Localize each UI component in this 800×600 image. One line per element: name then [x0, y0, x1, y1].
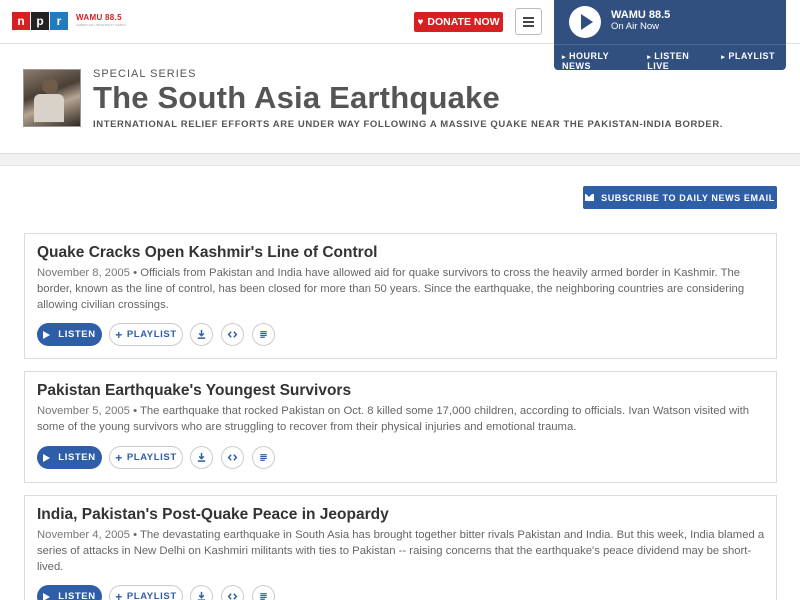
- station-logo-subtext: AMERICAN UNIVERSITY RADIO: [76, 23, 126, 27]
- download-icon: [197, 329, 206, 339]
- download-button[interactable]: [190, 446, 213, 469]
- story-date: November 8, 2005: [37, 267, 130, 279]
- plus-icon: +: [115, 589, 123, 600]
- heart-icon: ♥: [417, 16, 424, 28]
- subscribe-label: SUBSCRIBE TO DAILY NEWS EMAIL: [601, 192, 775, 203]
- npr-logo-n: n: [12, 12, 30, 30]
- listen-label: LISTEN: [58, 452, 96, 463]
- listen-button[interactable]: LISTEN: [37, 446, 102, 469]
- npr-logo-r: r: [50, 12, 68, 30]
- play-icon: [43, 330, 51, 339]
- transcript-button[interactable]: [252, 323, 275, 346]
- transcript-icon: [260, 331, 267, 338]
- story-teaser: November 5, 2005 • The earthquake that r…: [37, 405, 750, 433]
- add-to-playlist-button[interactable]: + PLAYLIST: [109, 323, 183, 346]
- story-actions: LISTEN + PLAYLIST: [37, 585, 283, 600]
- subscribe-button[interactable]: SUBSCRIBE TO DAILY NEWS EMAIL: [583, 186, 777, 209]
- page-title: The South Asia Earthquake: [93, 80, 500, 115]
- download-button[interactable]: [190, 323, 213, 346]
- add-to-playlist-button[interactable]: + PLAYLIST: [109, 446, 183, 469]
- donate-button[interactable]: ♥ DONATE NOW: [414, 12, 503, 32]
- embed-icon: [227, 593, 238, 600]
- listen-button[interactable]: LISTEN: [37, 323, 102, 346]
- story-card: Pakistan Earthquake's Youngest Survivors…: [24, 371, 777, 483]
- download-icon: [197, 591, 206, 600]
- embed-button[interactable]: [221, 585, 244, 600]
- series-image[interactable]: [23, 69, 81, 127]
- embed-icon: [227, 454, 238, 461]
- play-icon: [43, 592, 51, 600]
- on-air-station[interactable]: WAMU 88.5: [611, 9, 670, 21]
- listen-label: LISTEN: [58, 591, 96, 600]
- npr-logo[interactable]: n p r: [12, 12, 69, 30]
- email-icon: [585, 194, 595, 201]
- listen-label: LISTEN: [58, 329, 96, 340]
- transcript-button[interactable]: [252, 446, 275, 469]
- story-title[interactable]: Pakistan Earthquake's Youngest Survivors: [37, 382, 351, 400]
- listen-button[interactable]: LISTEN: [37, 585, 102, 600]
- menu-button[interactable]: [515, 8, 542, 35]
- playlist-label: PLAYLIST: [126, 329, 177, 340]
- story-card: India, Pakistan's Post-Quake Peace in Je…: [24, 495, 777, 600]
- transcript-button[interactable]: [252, 585, 275, 600]
- story-actions: LISTEN + PLAYLIST: [37, 446, 283, 469]
- transcript-icon: [260, 454, 267, 461]
- transcript-icon: [260, 593, 267, 600]
- hamburger-icon: [523, 16, 534, 19]
- story-teaser-text: The devastating earthquake in South Asia…: [37, 529, 765, 573]
- story-title[interactable]: Quake Cracks Open Kashmir's Line of Cont…: [37, 244, 377, 262]
- npr-logo-p: p: [31, 12, 49, 30]
- download-button[interactable]: [190, 585, 213, 600]
- embed-button[interactable]: [221, 446, 244, 469]
- series-header: SPECIAL SERIES The South Asia Earthquake…: [0, 44, 800, 154]
- series-description: INTERNATIONAL RELIEF EFFORTS ARE UNDER W…: [93, 119, 724, 130]
- plus-icon: +: [115, 327, 123, 342]
- story-actions: LISTEN + PLAYLIST: [37, 323, 283, 346]
- station-logo[interactable]: WAMU 88.5 AMERICAN UNIVERSITY RADIO: [76, 13, 126, 27]
- playlist-label: PLAYLIST: [126, 452, 177, 463]
- donate-label: DONATE NOW: [427, 16, 500, 28]
- story-teaser-text: The earthquake that rocked Pakistan on O…: [37, 405, 750, 433]
- plus-icon: +: [115, 450, 123, 465]
- story-date: November 5, 2005: [37, 405, 130, 417]
- story-date: November 4, 2005: [37, 529, 130, 541]
- download-icon: [197, 452, 206, 462]
- play-icon: [43, 453, 51, 462]
- story-teaser-text: Officials from Pakistan and India have a…: [37, 267, 745, 311]
- series-label: SPECIAL SERIES: [93, 68, 197, 80]
- story-title[interactable]: India, Pakistan's Post-Quake Peace in Je…: [37, 506, 389, 524]
- story-teaser: November 8, 2005 • Officials from Pakist…: [37, 267, 745, 311]
- station-logo-text: WAMU 88.5: [76, 13, 122, 22]
- add-to-playlist-button[interactable]: + PLAYLIST: [109, 585, 183, 600]
- embed-icon: [227, 331, 238, 338]
- embed-button[interactable]: [221, 323, 244, 346]
- story-teaser: November 4, 2005 • The devastating earth…: [37, 529, 765, 573]
- play-icon[interactable]: [569, 6, 601, 38]
- playlist-label: PLAYLIST: [126, 591, 177, 600]
- section-divider: [0, 153, 800, 166]
- story-card: Quake Cracks Open Kashmir's Line of Cont…: [24, 233, 777, 359]
- on-air-status: On Air Now: [611, 21, 660, 32]
